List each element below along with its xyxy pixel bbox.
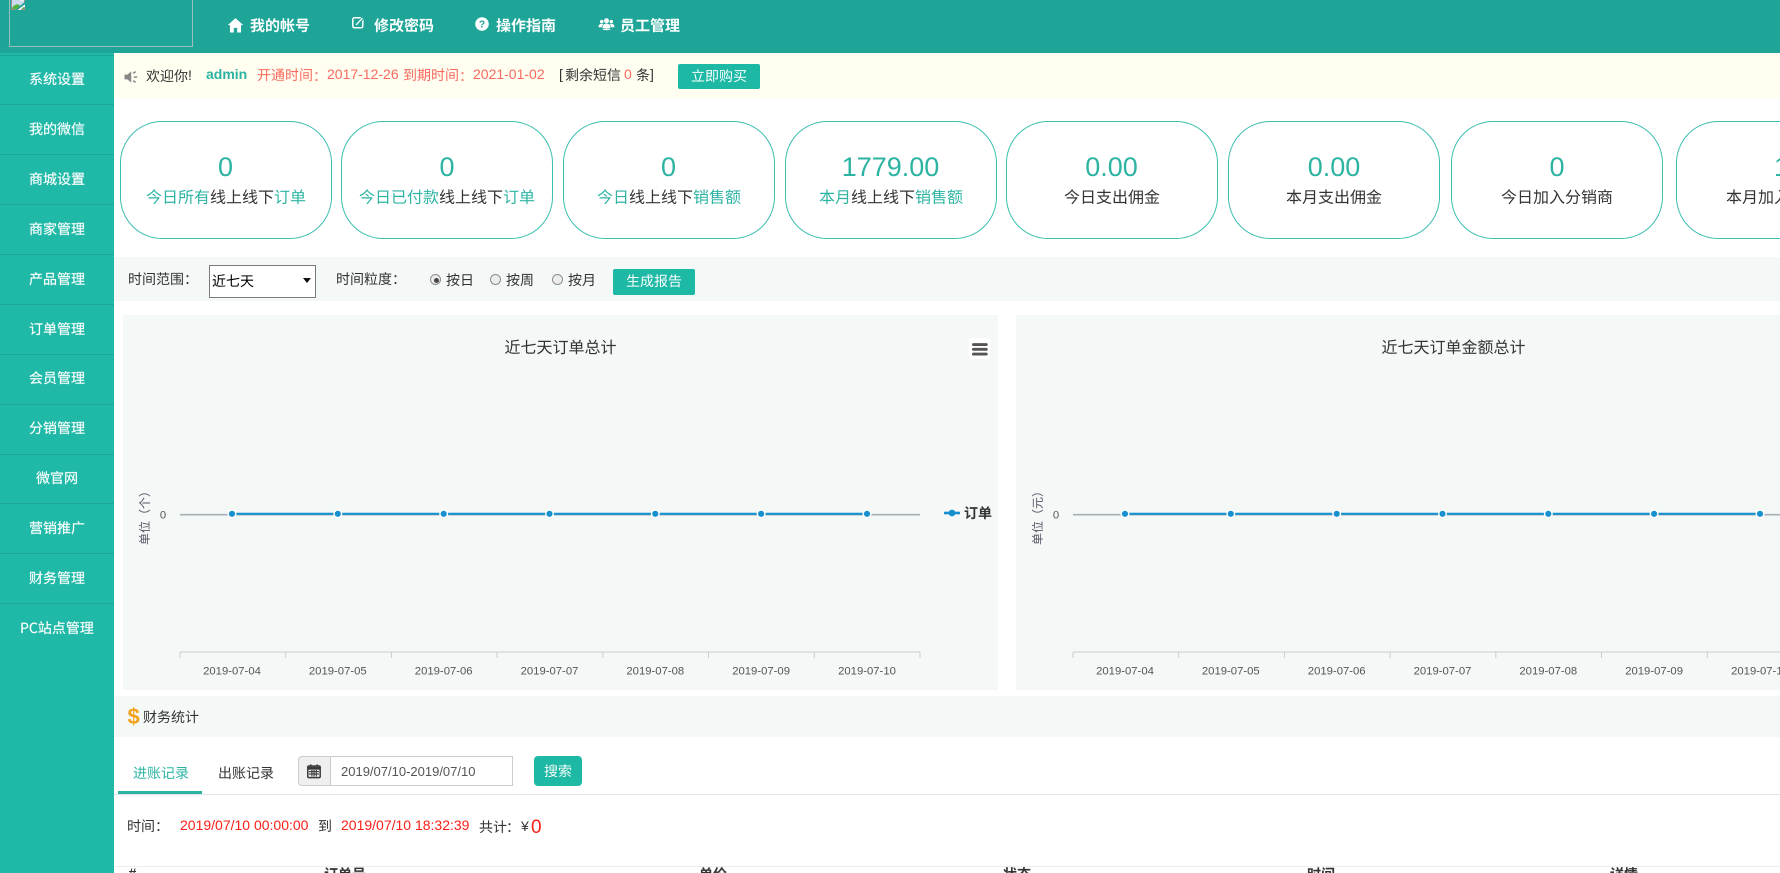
svg-text:2019-07-10: 2019-07-10 <box>838 666 896 678</box>
svg-text:2019-07-08: 2019-07-08 <box>1519 666 1577 678</box>
svg-text:2019-07-08: 2019-07-08 <box>626 666 684 678</box>
svg-text:2019-07-04: 2019-07-04 <box>203 666 261 678</box>
svg-text:0: 0 <box>1053 510 1059 522</box>
svg-text:2019-07-05: 2019-07-05 <box>309 666 367 678</box>
svg-text:?: ? <box>479 20 485 31</box>
svg-text:2019-07-07: 2019-07-07 <box>1414 666 1472 678</box>
svg-text:2019-07-06: 2019-07-06 <box>415 666 473 678</box>
svg-text:2019-07-06: 2019-07-06 <box>1308 666 1366 678</box>
svg-text:2019-07-04: 2019-07-04 <box>1096 666 1154 678</box>
svg-text:2019-07-05: 2019-07-05 <box>1202 666 1260 678</box>
svg-text:2019-07-09: 2019-07-09 <box>732 666 790 678</box>
svg-text:0: 0 <box>160 510 166 522</box>
svg-text:2019-07-07: 2019-07-07 <box>521 666 579 678</box>
svg-text:2019-07-10: 2019-07-10 <box>1731 666 1780 678</box>
svg-text:2019-07-09: 2019-07-09 <box>1625 666 1683 678</box>
